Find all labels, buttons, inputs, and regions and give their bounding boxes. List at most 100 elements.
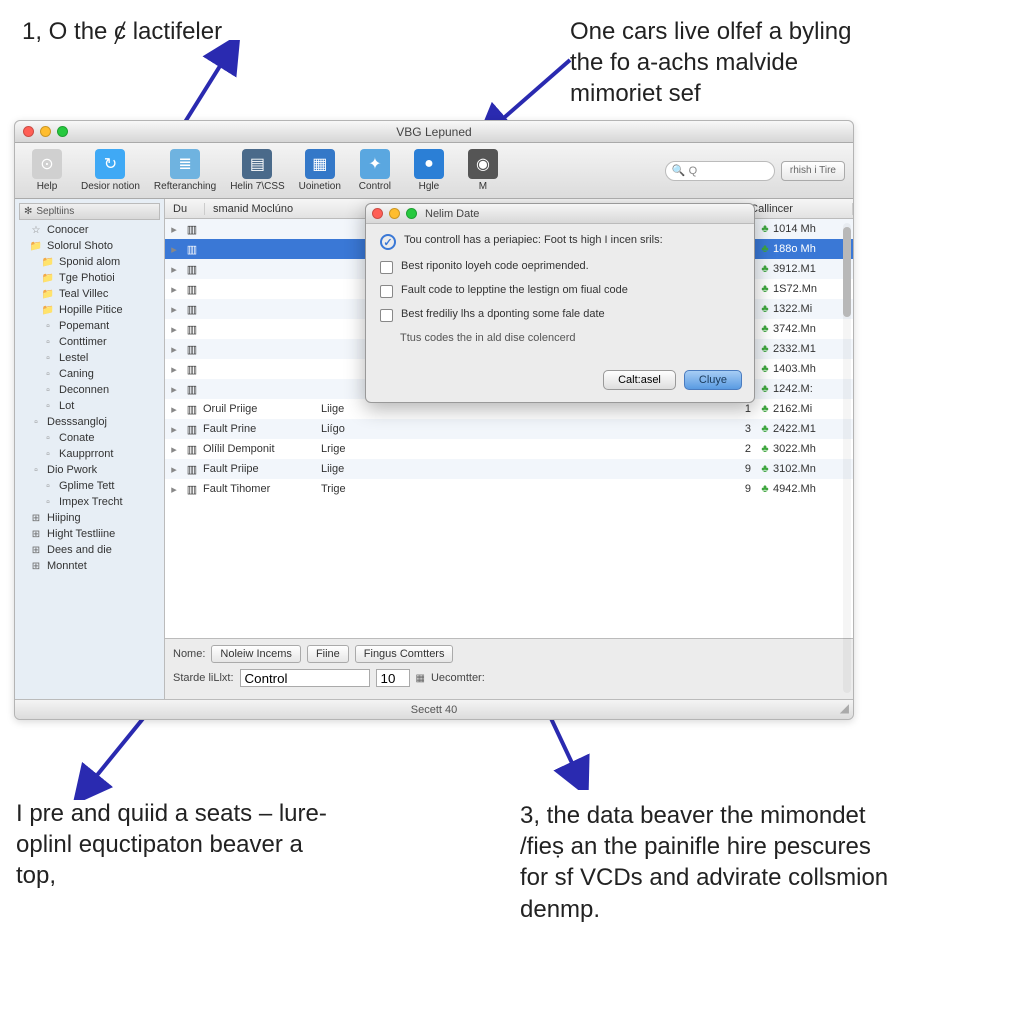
- sidebar-item[interactable]: 📁Hopille Pitice: [15, 302, 164, 318]
- expand-icon[interactable]: ▸: [165, 403, 183, 416]
- toolbar-label: Help: [37, 181, 58, 192]
- sidebar-item[interactable]: ▫Deconnen: [15, 382, 164, 398]
- sidebar-item[interactable]: ⊞Dees and die: [15, 542, 164, 558]
- table-row[interactable]: ▸▥Olílil DemponitLrige2♣3022.Mh: [165, 439, 853, 459]
- ok-button[interactable]: Cluye: [684, 370, 742, 390]
- toolbar-reference[interactable]: ≣Refteranching: [150, 147, 220, 194]
- status-text: Secett 40: [411, 704, 457, 716]
- doc-icon: ▫: [41, 352, 55, 364]
- col-du[interactable]: Du: [165, 203, 205, 215]
- tab-counters[interactable]: Fingus Comtters: [355, 645, 454, 663]
- row-icon: ▥: [183, 343, 201, 356]
- toolbar-helin[interactable]: ▤Helin 7\CSS: [226, 147, 288, 194]
- row-size: 3742.Mn: [773, 323, 853, 335]
- sidebar-item[interactable]: ▫Caning: [15, 366, 164, 382]
- scrollbar-thumb[interactable]: [843, 227, 851, 317]
- counter-label: Uecomtter:: [431, 672, 485, 684]
- sidebar-item[interactable]: ⊞Hight Testliine: [15, 526, 164, 542]
- checkbox-1[interactable]: [380, 261, 393, 274]
- doc-icon: ▫: [41, 384, 55, 396]
- expand-icon[interactable]: ▸: [165, 423, 183, 436]
- start-input[interactable]: [240, 669, 370, 687]
- toolbar-control[interactable]: ✦Control: [351, 147, 399, 194]
- toolbar-description[interactable]: ↻Desior notion: [77, 147, 144, 194]
- resize-handle-icon[interactable]: ◢: [840, 701, 849, 715]
- sidebar-item[interactable]: ▫Conate: [15, 430, 164, 446]
- expand-icon[interactable]: ▸: [165, 263, 183, 276]
- titlebar[interactable]: VBG Lepuned: [15, 121, 853, 143]
- expand-icon[interactable]: ▸: [165, 363, 183, 376]
- table-row[interactable]: ▸▥Fault TihomerTrige9♣4942.Mh: [165, 479, 853, 499]
- camera-icon: ◉: [468, 149, 498, 179]
- sidebar-item[interactable]: ▫Gplime Tett: [15, 478, 164, 494]
- sidebar-item[interactable]: ⊞Monntet: [15, 558, 164, 574]
- dialog-zoom-icon[interactable]: [406, 208, 417, 219]
- sidebar-item[interactable]: 📁Solorul Shoto: [15, 238, 164, 254]
- grid-icon: ⊞: [29, 560, 43, 572]
- sidebar-item[interactable]: ▫Lot: [15, 398, 164, 414]
- sidebar-item[interactable]: ▫Dio Pwork: [15, 462, 164, 478]
- cancel-button[interactable]: Calt:asel: [603, 370, 676, 390]
- sidebar-item[interactable]: ▫Lestel: [15, 350, 164, 366]
- expand-icon[interactable]: ▸: [165, 303, 183, 316]
- sidebar[interactable]: ✻Sepltiins ☆Conocer📁Solorul Shoto📁Sponid…: [15, 199, 165, 699]
- tab-incomes[interactable]: Noleiw Incems: [211, 645, 301, 663]
- doc-icon: ▫: [41, 320, 55, 332]
- sidebar-item-label: Kaupprront: [59, 448, 113, 460]
- expand-icon[interactable]: ▸: [165, 283, 183, 296]
- row-type: Liige: [321, 403, 391, 415]
- num-input[interactable]: [376, 669, 410, 687]
- grid-icon: ⊞: [29, 528, 43, 540]
- sidebar-item[interactable]: ▫Impex Trecht: [15, 494, 164, 510]
- dialog-min-icon[interactable]: [389, 208, 400, 219]
- sidebar-item-label: Sponid alom: [59, 256, 120, 268]
- sidebar-item-label: Dio Pwork: [47, 464, 97, 476]
- row-size: 2332.M1: [773, 343, 853, 355]
- annotation-4: 3, the data beaver the mimondet /fieṣ an…: [520, 800, 890, 925]
- leaf-icon: ♣: [757, 463, 773, 475]
- expand-icon[interactable]: ▸: [165, 383, 183, 396]
- expand-icon[interactable]: ▸: [165, 223, 183, 236]
- checkbox-3[interactable]: [380, 309, 393, 322]
- toolbar-help[interactable]: ⊙Help: [23, 147, 71, 194]
- sidebar-item[interactable]: ▫Kaupprront: [15, 446, 164, 462]
- expand-icon[interactable]: ▸: [165, 483, 183, 496]
- sidebar-item[interactable]: 📁Tge Photioi: [15, 270, 164, 286]
- leaf-icon: ♣: [757, 243, 773, 255]
- expand-icon[interactable]: ▸: [165, 443, 183, 456]
- row-name: Fault Tihomer: [201, 483, 321, 495]
- toolbar-camera[interactable]: ◉M: [459, 147, 507, 194]
- sidebar-item[interactable]: ▫Popemant: [15, 318, 164, 334]
- sidebar-item[interactable]: ▫Desssangloj: [15, 414, 164, 430]
- tab-fine[interactable]: Fiine: [307, 645, 349, 663]
- expand-icon[interactable]: ▸: [165, 243, 183, 256]
- table-row[interactable]: ▸▥Fault PriipeLiige9♣3102.Mn: [165, 459, 853, 479]
- search-input[interactable]: 🔍 Q: [665, 161, 775, 181]
- dialog-close-icon[interactable]: [372, 208, 383, 219]
- toolbar-uoin[interactable]: ▦Uoinetion: [295, 147, 345, 194]
- name-label: Nome:: [173, 648, 205, 660]
- scrollbar[interactable]: [843, 223, 851, 693]
- sidebar-item[interactable]: ▫Conttimer: [15, 334, 164, 350]
- row-icon: ▥: [183, 283, 201, 296]
- expand-icon[interactable]: ▸: [165, 343, 183, 356]
- sidebar-item[interactable]: ⊞Hiiping: [15, 510, 164, 526]
- toolbar-label: M: [479, 181, 487, 192]
- expand-icon[interactable]: ▸: [165, 463, 183, 476]
- row-num: 9: [727, 463, 757, 475]
- sidebar-item-label: Conttimer: [59, 336, 107, 348]
- sidebar-item[interactable]: 📁Teal Villec: [15, 286, 164, 302]
- checkbox-2[interactable]: [380, 285, 393, 298]
- sidebar-item[interactable]: ☆Conocer: [15, 222, 164, 238]
- table-row[interactable]: ▸▥Fault PrineLiígo3♣2422.M1: [165, 419, 853, 439]
- row-size: 3102.Mn: [773, 463, 853, 475]
- annotation-1: 1, O the ȼ lactifeler: [22, 16, 302, 47]
- stepper-icon[interactable]: ▦: [416, 673, 425, 684]
- sidebar-item[interactable]: 📁Sponid alom: [15, 254, 164, 270]
- search-placeholder: Q: [689, 165, 698, 177]
- expand-icon[interactable]: ▸: [165, 323, 183, 336]
- toolbar-hgle[interactable]: ●Hgle: [405, 147, 453, 194]
- row-size: 1S72.Mn: [773, 283, 853, 295]
- toolbar-right-button[interactable]: rhish i Tire: [781, 161, 845, 181]
- dialog-titlebar[interactable]: Nelim Date: [366, 204, 754, 224]
